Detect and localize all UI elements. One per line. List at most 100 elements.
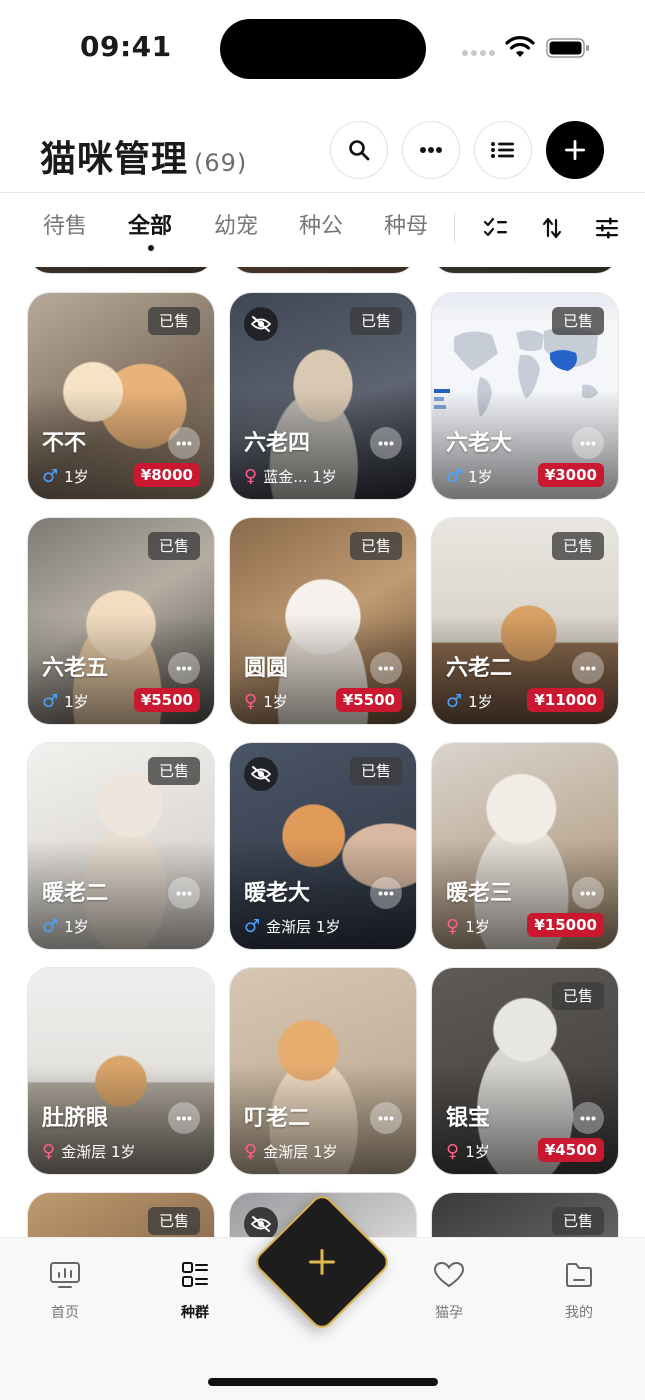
card-more-button[interactable] [168,427,200,459]
nav-home[interactable]: 首页 [25,1258,105,1322]
ellipsis-icon [176,1116,192,1120]
card-more-button[interactable] [370,652,402,684]
center-add-plus[interactable] [297,1237,347,1287]
hidden-toggle[interactable] [244,307,278,341]
price-badge: ¥8000 [133,463,200,487]
tab-queens[interactable]: 种母 [384,208,428,240]
sliders-icon [596,217,618,239]
card-more-button[interactable] [572,427,604,459]
male-icon: ♂ [244,916,261,937]
ellipsis-icon [378,1116,394,1120]
cat-card[interactable]: 已售 六老四 ♀ 蓝金... 1岁 [230,293,416,499]
tab-kittens[interactable]: 幼宠 [214,208,258,240]
cat-meta: ♀ 1岁 [446,1141,490,1162]
filter-tabs: 待售 全部 幼宠 种公 种母 [0,193,645,267]
cat-meta: ♂ 1岁 [42,466,89,487]
cat-name: 暖老大 [244,881,311,906]
nav-profile[interactable]: 我的 [539,1258,619,1322]
ellipsis-icon [176,891,192,895]
cat-meta: ♂ 1岁 [446,466,493,487]
hidden-toggle[interactable] [244,1207,278,1237]
cat-card[interactable]: 已售 [28,1193,214,1237]
cat-grid: 已售 不不 ♂ 1岁 ¥8000 已售 六老四 ♀ 蓝金... 1岁 已售 六老… [0,267,645,1237]
nav-label: 首页 [51,1305,79,1321]
hidden-toggle[interactable] [244,757,278,791]
female-icon: ♀ [42,1141,56,1162]
active-tab-indicator [148,245,154,251]
sold-badge: 已售 [147,1207,200,1235]
tab-all[interactable]: 全部 [128,208,172,240]
cat-name: 叮老二 [244,1106,311,1131]
heart-icon [433,1261,465,1288]
price-badge: ¥5500 [133,688,200,712]
more-options-button[interactable] [402,121,460,179]
ellipsis-icon [580,441,596,445]
multi-select-button[interactable] [481,213,511,243]
cat-card[interactable]: 叮老二 ♀ 金渐层 1岁 [230,968,416,1174]
cat-meta: ♀ 1岁 [244,691,288,712]
cat-card[interactable]: 已售 不不 ♂ 1岁 ¥8000 [28,293,214,499]
tab-for-sale[interactable]: 待售 [43,208,87,240]
home-indicator [208,1378,438,1386]
cat-card[interactable]: 已售 银宝 ♀ 1岁 ¥4500 [432,968,618,1174]
cat-meta: ♂ 1岁 [42,916,89,937]
card-more-button[interactable] [168,1102,200,1134]
card-more-button[interactable] [572,1102,604,1134]
cat-card[interactable]: 已售 [432,1193,618,1237]
nav-population[interactable]: 种群 [155,1258,235,1322]
cat-info: 金渐层 1岁 [266,918,341,936]
tab-studs[interactable]: 种公 [299,208,343,240]
nav-label: 我的 [565,1305,593,1321]
cat-card-partial[interactable] [28,267,214,273]
card-more-button[interactable] [370,877,402,909]
cat-card[interactable]: 已售 六老二 ♂ 1岁 ¥11000 [432,518,618,724]
nav-pregnancy[interactable]: 猫孕 [409,1258,489,1322]
folder-icon [566,1263,592,1287]
cat-name: 六老五 [42,656,109,681]
card-more-button[interactable] [370,427,402,459]
cat-card[interactable]: 已售 六老五 ♂ 1岁 ¥5500 [28,518,214,724]
sold-badge: 已售 [147,307,200,335]
card-more-button[interactable] [572,877,604,909]
sold-badge: 已售 [551,1207,604,1235]
plus-icon [565,140,585,160]
cat-card-partial[interactable] [432,267,618,273]
female-icon: ♀ [446,916,460,937]
ellipsis-icon [580,666,596,670]
cat-name: 六老大 [446,431,513,456]
eye-off-icon [250,316,272,332]
monitor-chart-icon [50,1262,80,1288]
cat-info: 金渐层 1岁 [61,1143,136,1161]
cat-card[interactable]: 已售 暖老大 ♂ 金渐层 1岁 [230,743,416,949]
cat-card-partial[interactable] [230,267,416,273]
cat-card[interactable]: 已售 圆圆 ♀ 1岁 ¥5500 [230,518,416,724]
female-icon: ♀ [244,466,258,487]
ellipsis-icon [580,1116,596,1120]
cat-card[interactable]: 暖老三 ♀ 1岁 ¥15000 [432,743,618,949]
male-icon: ♂ [42,916,59,937]
cat-meta: ♀ 蓝金... 1岁 [244,466,337,487]
sort-button[interactable] [537,213,567,243]
card-more-button[interactable] [572,652,604,684]
add-cat-button[interactable] [546,121,604,179]
eye-off-icon [250,766,272,782]
wifi-icon [505,36,535,57]
cat-card[interactable]: 已售 六老大 ♂ 1岁 ¥3000 [432,293,618,499]
sold-badge: 已售 [147,532,200,560]
card-more-button[interactable] [370,1102,402,1134]
male-icon: ♂ [446,691,463,712]
cat-meta: ♀ 金渐层 1岁 [244,1141,338,1162]
nav-label: 种群 [181,1305,209,1321]
list-view-button[interactable] [474,121,532,179]
cat-name: 暖老二 [42,881,109,906]
cat-card[interactable]: 已售 暖老二 ♂ 1岁 [28,743,214,949]
search-button[interactable] [330,121,388,179]
status-time: 09:41 [80,30,172,63]
card-more-button[interactable] [168,652,200,684]
cat-name: 银宝 [446,1106,491,1131]
cat-name: 圆圆 [244,656,289,681]
card-more-button[interactable] [168,877,200,909]
cat-card[interactable]: 肚脐眼 ♀ 金渐层 1岁 [28,968,214,1174]
cat-meta: ♂ 金渐层 1岁 [244,916,340,937]
filter-button[interactable] [592,213,622,243]
